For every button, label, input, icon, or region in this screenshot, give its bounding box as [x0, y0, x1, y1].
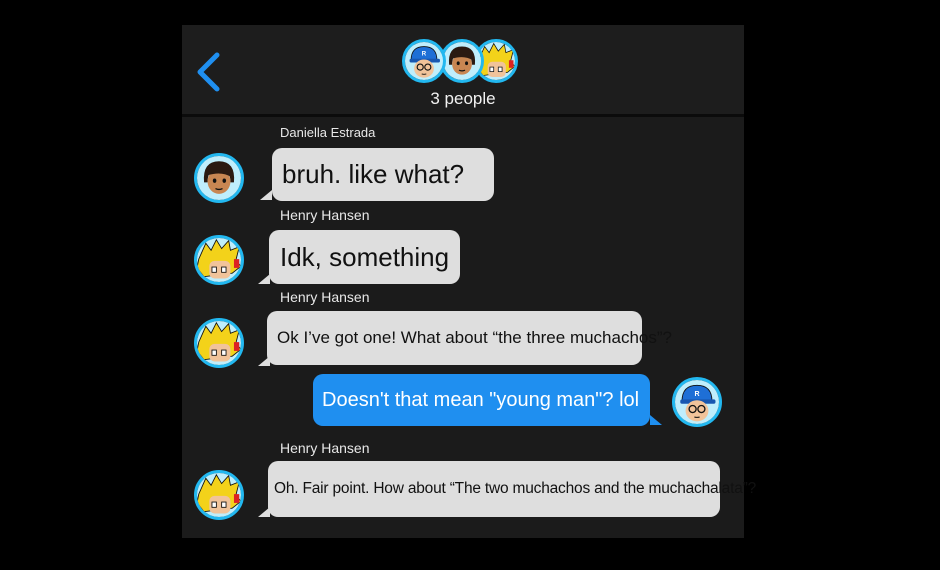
- avatar[interactable]: [194, 470, 244, 520]
- message-sender: Daniella Estrada: [280, 125, 376, 140]
- message-sender: Henry Hansen: [280, 289, 370, 305]
- participant-avatar-me: [402, 39, 446, 83]
- participant-avatar-daniella: [440, 39, 484, 83]
- message-bubble[interactable]: Oh. Fair point. How about “The two mucha…: [268, 461, 756, 517]
- group-avatars[interactable]: [402, 39, 522, 89]
- bubble-tail: [260, 190, 272, 200]
- message-bubble[interactable]: bruh. like what?: [272, 148, 494, 201]
- message-sender: Henry Hansen: [280, 207, 370, 223]
- back-button[interactable]: [192, 52, 224, 92]
- bubble-tail: [650, 415, 662, 425]
- avatar[interactable]: [672, 377, 722, 427]
- message-bubble[interactable]: Ok I’ve got one! What about “the three m…: [267, 311, 672, 365]
- people-count[interactable]: 3 people: [182, 89, 744, 109]
- chat-header: 3 people: [182, 25, 744, 114]
- message-bubble[interactable]: Doesn't that mean "young man"? lol: [313, 374, 650, 426]
- header-divider: [182, 114, 744, 117]
- avatar[interactable]: [194, 153, 244, 203]
- message-sender: Henry Hansen: [280, 440, 370, 456]
- avatar[interactable]: [194, 235, 244, 285]
- message-bubble[interactable]: Idk, something: [269, 230, 460, 284]
- chat-window: 3 people Daniella Estrada bruh. like wha…: [182, 25, 756, 538]
- avatar[interactable]: [194, 318, 244, 368]
- chevron-left-icon: [197, 52, 220, 92]
